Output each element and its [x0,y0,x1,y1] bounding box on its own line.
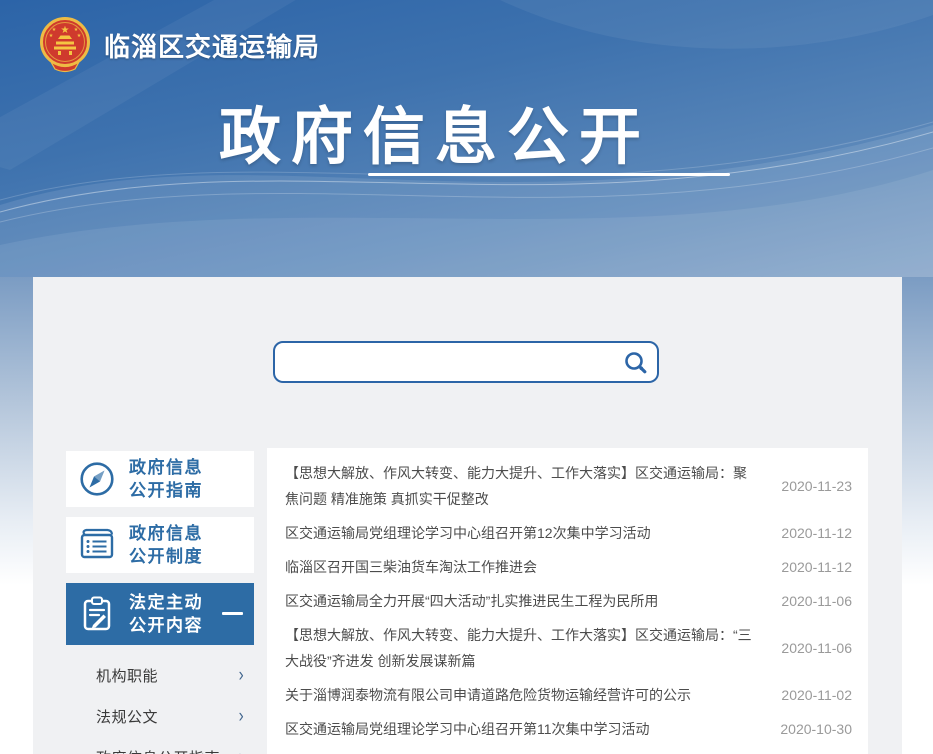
search-box [273,341,659,383]
article-title-link[interactable]: 区交通运输局党组理论学习中心组召开第11次集中学习活动 [285,716,776,742]
article-date: 2020-11-12 [776,525,852,541]
article-row: 区交通运输局全力开展“四大活动”扎实推进民生工程为民所用 2020-11-06 [285,584,852,618]
article-row: 关于淄博润泰物流有限公司申请道路危险货物运输经营许可的公示 2020-11-02 [285,678,852,712]
clipboard-pencil-icon [78,594,116,634]
search-button[interactable] [619,350,657,375]
collapse-minus-icon[interactable] [222,612,243,615]
site-name: 临淄区交通运输局 [104,27,320,64]
sidebar-item-label: 政府信息 公开制度 [129,522,203,568]
content-panel: 政府信息 公开指南 政府信息 公开制度 [33,277,902,754]
article-row: 临淄区召开国三柴油货车淘汰工作推进会 2020-11-12 [285,550,852,584]
sidebar-item-gov-info-system[interactable]: 政府信息 公开制度 [66,517,254,573]
sidebar-link-regulations[interactable]: 法规公文 › [66,696,254,737]
sidebar-item-gov-info-guide[interactable]: 政府信息 公开指南 [66,451,254,507]
article-date: 2020-11-12 [776,559,852,575]
article-title-link[interactable]: 区交通运输局党组理论学习中心组召开第12次集中学习活动 [285,520,776,546]
article-title-link[interactable]: 关于淄博润泰物流有限公司申请道路危险货物运输经营许可的公示 [285,682,776,708]
title-underline [368,173,730,176]
sidebar-link-label: 政府信息公开指南 [96,747,220,754]
sidebar-link-disclosure-guide[interactable]: 政府信息公开指南 › [66,737,254,754]
article-list: 【思想大解放、作风大转变、能力大提升、工作大落实】区交通运输局：聚焦问题 精准施… [267,448,868,754]
sidebar-link-label: 法规公文 [96,706,158,727]
page-title: 政府信息公开 [0,86,870,176]
svg-text:★: ★ [61,25,70,36]
site-brand: ★ ★ ★ ★ ★ 临淄区交通运输局 [38,16,320,74]
article-row: 【思想大解放、作风大转变、能力大提升、工作大落实】区交通运输局：“三大战役”齐进… [285,618,852,678]
chevron-right-icon: › [239,710,244,724]
article-date: 2020-11-02 [776,687,852,703]
book-icon [78,525,116,565]
chevron-right-icon: › [239,669,244,683]
article-title-link[interactable]: 【思想大解放、作风大转变、能力大提升、工作大落实】区交通运输局：聚焦问题 精准施… [285,460,776,512]
article-row: 区交通运输局党组理论学习中心组召开第11次集中学习活动 2020-10-30 [285,712,852,746]
article-title-link[interactable]: 【思想大解放、作风大转变、能力大提升、工作大落实】区交通运输局：“三大战役”齐进… [285,622,776,674]
chevron-right-icon: › [239,751,244,754]
search-icon [623,350,648,375]
article-date: 2020-10-30 [776,721,852,737]
national-emblem-icon: ★ ★ ★ ★ ★ [38,16,92,74]
article-title-link[interactable]: 临淄区召开国三柴油货车淘汰工作推进会 [285,554,776,580]
sidebar: 政府信息 公开指南 政府信息 公开制度 [66,451,254,754]
sidebar-link-org-functions[interactable]: 机构职能 › [66,655,254,696]
compass-icon [78,459,116,499]
sidebar-item-label: 政府信息 公开指南 [129,456,203,502]
article-date: 2020-11-06 [776,593,852,609]
search-input[interactable] [275,343,619,381]
article-date: 2020-11-23 [776,478,852,494]
sidebar-sub-menu: 机构职能 › 法规公文 › 政府信息公开指南 › 规划计划 › [66,655,254,754]
sidebar-item-label: 法定主动 公开内容 [129,591,203,637]
svg-text:★: ★ [49,33,54,39]
page: ★ ★ ★ ★ ★ 临淄区交通运输局 政府信息公开 [0,0,933,754]
sidebar-item-statutory-disclosure[interactable]: 法定主动 公开内容 [66,583,254,645]
sidebar-link-label: 机构职能 [96,665,158,686]
svg-text:★: ★ [77,33,82,39]
article-row: 区交通运输局党组理论学习中心组召开第12次集中学习活动 2020-11-12 [285,516,852,550]
article-row: 【思想大解放、作风大转变、能力大提升、工作大落实】区交通运输局：聚焦问题 精准施… [285,456,852,516]
banner: ★ ★ ★ ★ ★ 临淄区交通运输局 政府信息公开 [0,0,933,277]
article-date: 2020-11-06 [776,640,852,656]
article-title-link[interactable]: 区交通运输局全力开展“四大活动”扎实推进民生工程为民所用 [285,588,776,614]
